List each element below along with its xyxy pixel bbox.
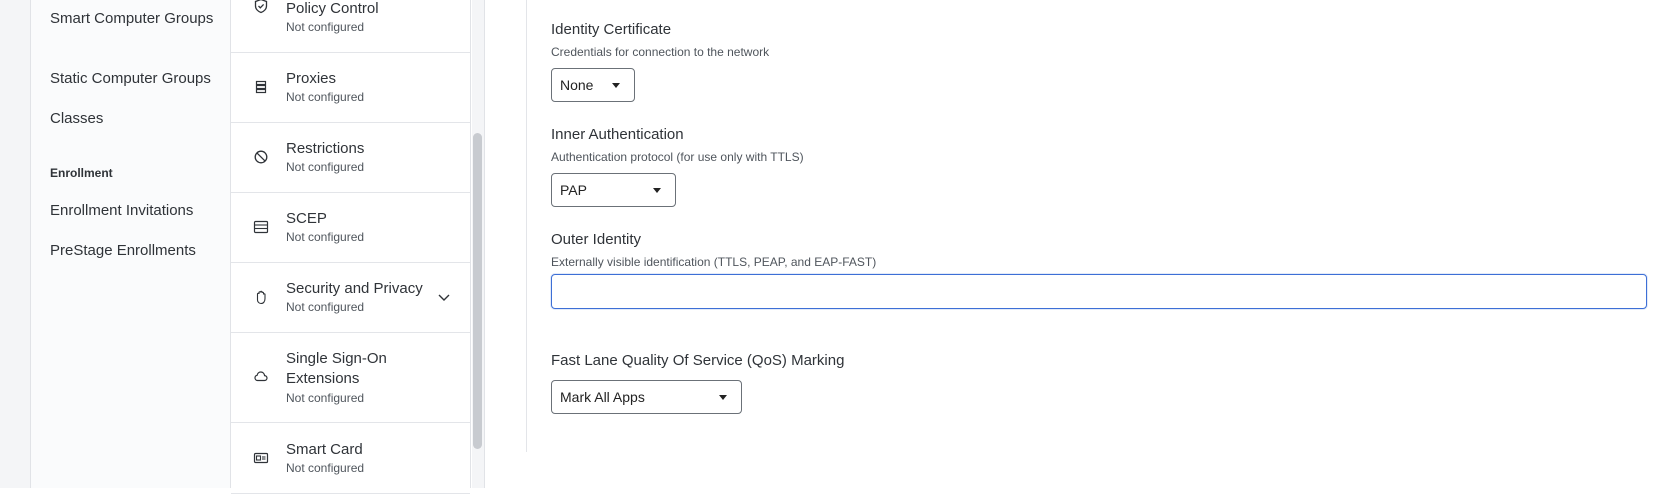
nav-rail (0, 0, 31, 488)
payload-list-scrollbar-thumb[interactable] (473, 133, 482, 449)
payload-status: Not configured (286, 160, 365, 174)
inner-authentication-select[interactable]: PAP (551, 173, 676, 207)
list-table-icon (253, 220, 269, 234)
identity-certificate-select[interactable]: None (551, 68, 635, 102)
identity-certificate-help: Credentials for connection to the networ… (551, 45, 770, 59)
payload-list: Policy Control Not configured Proxies No… (231, 0, 471, 494)
caret-down-icon (612, 83, 620, 88)
payload-status: Not configured (286, 391, 365, 405)
payload-item-security-and-privacy[interactable]: Security and Privacy Not configured (231, 262, 470, 333)
form-divider (526, 0, 527, 452)
sidebar-item-classes[interactable]: Classes (50, 109, 225, 129)
payload-status: Not configured (286, 90, 365, 104)
payload-item-scep[interactable]: SCEP Not configured (231, 192, 470, 263)
outer-identity-input[interactable] (551, 274, 1647, 309)
fast-lane-qos-value: Mark All Apps (560, 389, 645, 405)
cloud-icon (254, 371, 268, 382)
sidebar-nav: Smart Computer Groups Static Computer Gr… (31, 0, 231, 488)
payload-status: Not configured (286, 20, 365, 34)
payload-title: Restrictions (286, 140, 365, 157)
outer-identity-label: Outer Identity (551, 231, 642, 248)
payload-status: Not configured (286, 461, 365, 475)
identity-certificate-label: Identity Certificate (551, 21, 672, 38)
hand-icon (256, 290, 266, 305)
payload-status: Not configured (286, 230, 365, 244)
prohibited-icon (254, 150, 268, 164)
payload-title: Smart Card (286, 441, 363, 458)
payload-status: Not configured (286, 300, 365, 314)
payload-item-restrictions[interactable]: Restrictions Not configured (231, 122, 470, 193)
identity-certificate-value: None (560, 77, 594, 93)
fast-lane-qos-select[interactable]: Mark All Apps (551, 380, 742, 414)
inner-authentication-label: Inner Authentication (551, 126, 684, 143)
payload-settings-form (485, 0, 1656, 488)
payload-title: Proxies (286, 70, 337, 87)
sidebar-section-enrollment: Enrollment (50, 166, 113, 180)
payload-item-policy-control[interactable]: Policy Control Not configured (231, 0, 470, 53)
payload-item-smart-card[interactable]: Smart Card Not configured (231, 423, 470, 494)
caret-down-icon (719, 395, 727, 400)
payload-title: SCEP (286, 210, 327, 227)
sidebar-item-smart-computer-groups[interactable]: Smart Computer Groups (50, 9, 225, 29)
sidebar-item-prestage-enrollments[interactable]: PreStage Enrollments (50, 241, 225, 261)
caret-down-icon (653, 188, 661, 193)
payload-title: Policy Control (286, 0, 379, 17)
payload-title: Single Sign-On Extensions (286, 350, 387, 387)
payload-item-proxies[interactable]: Proxies Not configured (231, 52, 470, 123)
sidebar-item-enrollment-invitations[interactable]: Enrollment Invitations (50, 201, 225, 221)
inner-authentication-value: PAP (560, 182, 587, 198)
server-stack-icon (255, 80, 267, 94)
outer-identity-help: Externally visible identification (TTLS,… (551, 255, 877, 269)
chevron-down-icon[interactable] (437, 290, 451, 304)
sidebar-item-static-computer-groups[interactable]: Static Computer Groups (50, 69, 225, 89)
inner-authentication-help: Authentication protocol (for use only wi… (551, 150, 804, 164)
smart-card-icon (253, 452, 269, 464)
fast-lane-qos-label: Fast Lane Quality Of Service (QoS) Marki… (551, 352, 845, 369)
payload-title: Security and Privacy (286, 280, 423, 297)
shield-check-icon (254, 0, 268, 14)
payload-item-single-sign-on-extensions[interactable]: Single Sign-On Extensions Not configured (231, 332, 470, 423)
